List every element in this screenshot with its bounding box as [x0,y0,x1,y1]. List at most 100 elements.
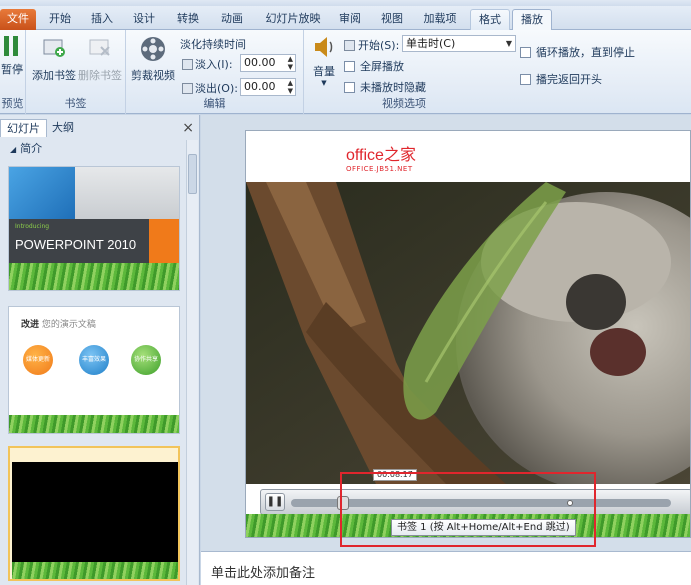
thumb-video [12,462,178,562]
thumb2-circle-blue: 丰富效果 [79,345,109,375]
fade-out-label: 淡出(O): [182,80,238,96]
group-label-editing: 编辑 [203,97,226,110]
checkbox-icon [520,74,531,85]
fade-out-icon [182,83,193,94]
notes-pane[interactable]: 单击此处添加备注 [201,551,691,585]
fullscreen-checkbox[interactable]: 全屏播放 [344,58,404,74]
thumb2-title-bold: 改进 [21,320,40,330]
trim-video-button[interactable]: 剪裁视频 [130,34,176,83]
thumbnail-scrollbar[interactable] [186,140,198,585]
close-icon[interactable]: × [182,120,194,136]
start-label: 开始(S): [344,37,399,53]
thumb2-title-rest: 您的演示文稿 [41,320,96,330]
pause-label: 暂停 [1,63,23,76]
tab-home[interactable]: 开始 [44,9,76,30]
tab-file[interactable]: 文件 [0,9,36,30]
ribbon-tab-row: 文件 开始 插入 设计 转换 动画 幻灯片放映 审阅 视图 加载项 格式 播放 [0,6,691,30]
annotation-highlight-box [340,472,596,547]
hide-label: 未播放时隐藏 [360,81,426,94]
add-bookmark-icon [43,39,65,57]
slide-thumbnail-3[interactable] [8,446,180,581]
pause-button[interactable]: ❚❚ [265,493,285,511]
trim-video-label: 剪裁视频 [131,69,175,82]
tab-playback[interactable]: 播放 [512,9,552,30]
group-label-bookmarks: 书签 [64,97,87,110]
thumb-grass [12,562,178,579]
pause-icon [4,36,18,56]
group-label-video-options: 视频选项 [382,97,426,110]
office-logo: office之家 OFFICE.JB51.NET [346,141,416,173]
thumb-subtitle: Introducing [15,223,50,230]
slide-thumbnail-1[interactable]: Introducing POWERPOINT 2010 [8,166,180,291]
thumb-graphic [9,167,75,219]
tab-format[interactable]: 格式 [470,9,510,30]
section-title: 简介 [20,142,43,155]
tab-review[interactable]: 审阅 [334,9,366,30]
remove-bookmark-icon [89,39,110,56]
group-label-preview: 预览 [1,97,24,110]
start-dropdown[interactable]: 单击时(C) ▼ [402,35,516,52]
group-video-options: 音量 ▼ 开始(S): 单击时(C) ▼ 全屏播放 未播放时隐藏 循环播放，直到停… [304,30,691,114]
tab-transitions[interactable]: 转换 [172,9,204,30]
fade-in-text: 淡入(I): [195,58,233,71]
add-bookmark-label: 添加书签 [32,69,76,82]
start-value: 单击时(C) [406,37,456,50]
spin-arrows-icon[interactable]: ▲ ▼ [288,79,293,95]
rewind-checkbox[interactable]: 播完返回开头 [520,71,602,87]
fade-out-value: 00.00 [244,80,276,93]
tab-slideshow[interactable]: 幻灯片放映 [262,9,324,30]
loop-checkbox[interactable]: 循环播放，直到停止 [520,44,635,60]
section-header[interactable]: ◢ 简介 [0,140,186,158]
checkbox-icon [520,47,531,58]
start-icon [344,40,355,51]
slides-panel: 幻灯片 大纲 × ◢ 简介 Introducing POWERPOINT 2010… [0,115,200,585]
hide-when-not-playing-checkbox[interactable]: 未播放时隐藏 [344,79,426,95]
thumb-accent [149,219,179,263]
thumb-grass [9,263,179,290]
logo-main-text: office之家 [346,147,416,164]
group-preview: 暂停 预览 [0,30,26,114]
add-bookmark-button[interactable]: 添加书签 [32,36,76,83]
fade-in-input[interactable]: 00.00 ▲ ▼ [240,54,296,72]
scrollbar-thumb[interactable] [188,154,197,194]
checkbox-icon [344,82,355,93]
pause-preview-button[interactable]: 暂停 [0,34,24,77]
speaker-icon [315,37,333,57]
video-frame[interactable] [246,182,690,484]
panel-tabs: 幻灯片 大纲 × [0,117,200,137]
thumb2-circle-green: 协作共享 [131,345,161,375]
thumb2-circle-orange: 媒体更新 [23,345,53,375]
thumb-graphic [75,167,179,219]
group-editing: 剪裁视频 淡化持续时间 淡入(I): 00.00 ▲ ▼ 淡出(O): 00.00 ▲… [126,30,304,114]
tab-outline[interactable]: 大纲 [46,119,80,137]
thumb2-title: 改进 您的演示文稿 [21,317,96,330]
tab-insert[interactable]: 插入 [86,9,118,30]
tab-view[interactable]: 视图 [376,9,408,30]
fade-out-text: 淡出(O): [195,82,238,95]
remove-bookmark-label: 删除书签 [78,69,122,82]
fade-duration-title: 淡化持续时间 [180,38,246,51]
film-reel-icon [141,37,165,61]
tab-slides[interactable]: 幻灯片 [0,119,47,137]
group-bookmarks: 添加书签 删除书签 书签 [26,30,126,114]
fade-in-icon [182,59,193,70]
tab-addins[interactable]: 加载项 [418,9,462,30]
logo-sub-text: OFFICE.JB51.NET [346,165,413,173]
volume-button[interactable]: 音量 ▼ [308,34,340,87]
fade-in-value: 00.00 [244,56,276,69]
fade-out-input[interactable]: 00.00 ▲ ▼ [240,78,296,96]
chevron-down-icon: ▼ [505,39,512,48]
spin-arrows-icon[interactable]: ▲ ▼ [288,55,293,71]
tab-animations[interactable]: 动画 [216,9,248,30]
rewind-label: 播完返回开头 [536,73,602,86]
start-text: 开始(S): [358,39,400,52]
koala-video-image [246,182,690,484]
slide-thumbnail-2[interactable]: 改进 您的演示文稿 媒体更新 丰富效果 协作共享 [8,306,180,434]
fullscreen-label: 全屏播放 [360,60,404,73]
collapse-arrow-icon[interactable]: ◢ [10,145,16,154]
tab-design[interactable]: 设计 [128,9,160,30]
fade-in-label: 淡入(I): [182,56,233,72]
remove-bookmark-button[interactable]: 删除书签 [78,36,122,83]
thumb-title-band: Introducing POWERPOINT 2010 [9,219,149,263]
thumb-title: POWERPOINT 2010 [15,237,137,252]
